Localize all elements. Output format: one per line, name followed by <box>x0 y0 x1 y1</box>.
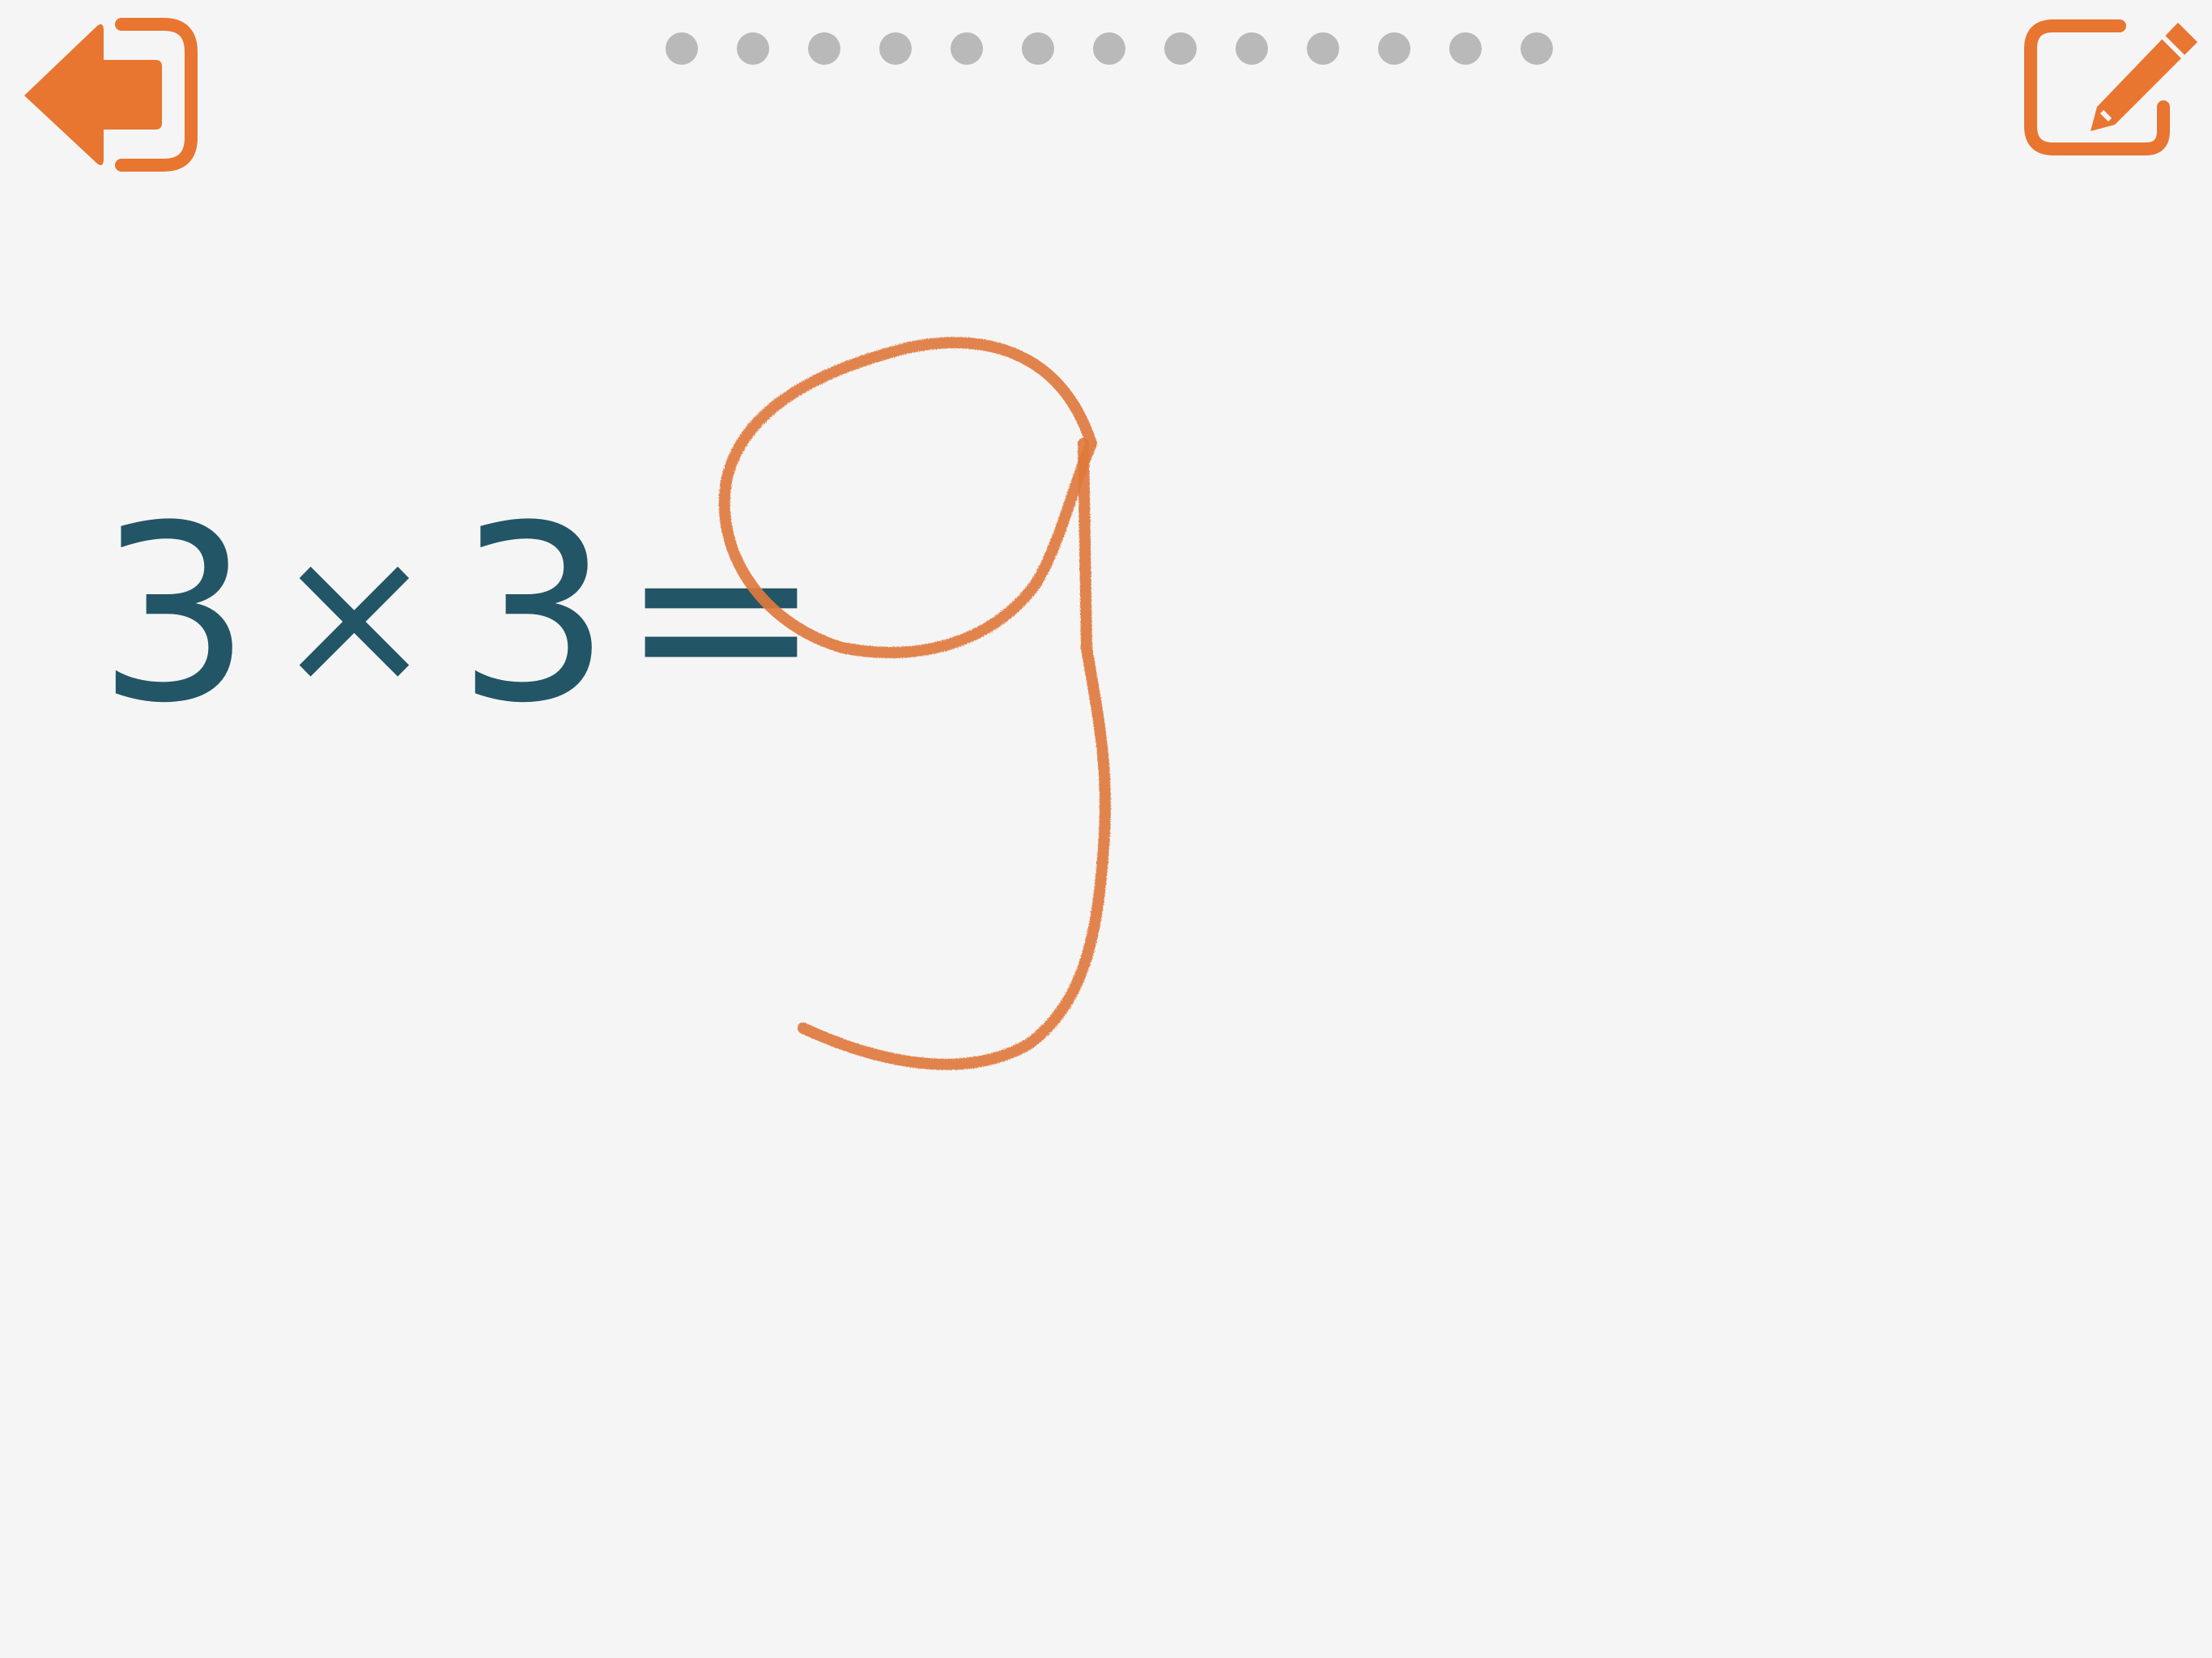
handwritten-answer-stroke <box>718 337 1111 1070</box>
drawing-canvas[interactable] <box>0 0 2212 1658</box>
practice-screen: 3 × 3 = <box>0 0 2212 1658</box>
